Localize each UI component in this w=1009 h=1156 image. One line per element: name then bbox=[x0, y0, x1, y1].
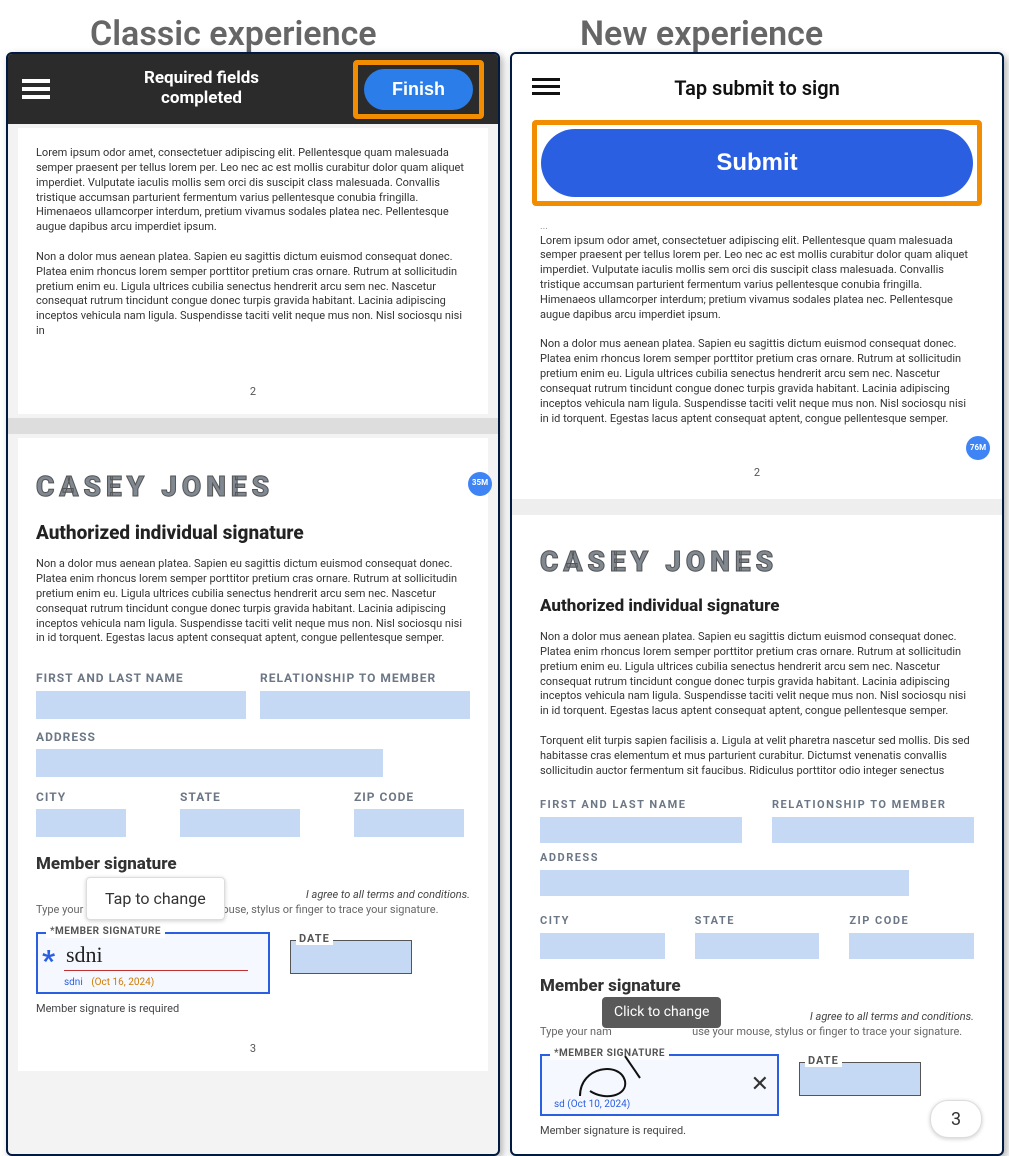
sig-meta-name: sdni bbox=[64, 977, 83, 988]
page-number: 2 bbox=[36, 379, 470, 406]
signature-underline bbox=[64, 970, 248, 971]
input-city[interactable] bbox=[36, 809, 126, 837]
section-heading: Authorized individual signature bbox=[540, 595, 974, 618]
menu-icon[interactable] bbox=[22, 75, 50, 103]
label-state: STATE bbox=[695, 914, 820, 929]
input-state[interactable] bbox=[180, 809, 300, 837]
part-text: ... bbox=[540, 220, 974, 234]
signature-legend: *MEMBER SIGNATURE bbox=[46, 925, 165, 939]
signature-box[interactable]: *MEMBER SIGNATURE ✕ sd (Oct 10, 2024) bbox=[540, 1054, 779, 1116]
signature-stroke-icon bbox=[570, 1056, 650, 1102]
casey-jones-logo: CASEY JONES bbox=[36, 468, 470, 506]
signature-script: sdni bbox=[66, 940, 103, 970]
sig-meta-date: (Oct 16, 2024) bbox=[91, 977, 154, 988]
signature-box[interactable]: *MEMBER SIGNATURE * sdni sdni (Oct 16, 2… bbox=[36, 932, 270, 994]
label-first-name: FIRST AND LAST NAME bbox=[540, 798, 742, 813]
member-signature-heading: Member signature bbox=[36, 853, 470, 876]
label-city: CITY bbox=[36, 789, 126, 805]
input-zip[interactable] bbox=[354, 809, 464, 837]
agree-text: I agree to all terms and conditions. bbox=[810, 1010, 974, 1025]
input-relationship[interactable] bbox=[772, 817, 974, 843]
header-line2: completed bbox=[50, 89, 353, 109]
signature-error: Member signature is required. bbox=[540, 1124, 974, 1139]
label-state: STATE bbox=[180, 789, 300, 805]
lorem-block: Torquent elit turpis sapien facilisis a.… bbox=[540, 734, 974, 779]
new-page-2: ... Lorem ipsum odor amet, consectetuer … bbox=[522, 212, 992, 495]
label-address: ADDRESS bbox=[540, 851, 974, 866]
agree-text: I agree to all terms and conditions. bbox=[306, 888, 470, 903]
lorem-block: Non a dolor mus aenean platea. Sapien eu… bbox=[540, 337, 974, 426]
new-header: Tap submit to sign bbox=[526, 70, 988, 106]
lorem-block: Lorem ipsum odor amet, consectetuer adip… bbox=[540, 234, 974, 323]
sync-badge: 76M bbox=[966, 436, 990, 460]
label-address: ADDRESS bbox=[36, 729, 470, 745]
input-address[interactable] bbox=[36, 749, 383, 777]
classic-panel: Required fields completed Finish Lorem i… bbox=[6, 52, 500, 1156]
classic-page-2: Lorem ipsum odor amet, consectetuer adip… bbox=[18, 128, 488, 414]
classic-page-3: 35M CASEY JONES Authorized individual si… bbox=[18, 438, 488, 1071]
label-zip: ZIP CODE bbox=[354, 789, 464, 805]
date-legend: DATE bbox=[805, 1054, 842, 1067]
sync-badge: 35M bbox=[468, 472, 492, 496]
menu-icon[interactable] bbox=[532, 74, 560, 99]
page-counter-pill[interactable]: 3 bbox=[930, 1100, 982, 1138]
casey-jones-logo: CASEY JONES bbox=[540, 543, 974, 581]
finish-button[interactable]: Finish bbox=[364, 69, 473, 110]
input-zip[interactable] bbox=[849, 933, 974, 959]
required-star-icon: * bbox=[42, 942, 55, 980]
input-first-name[interactable] bbox=[36, 691, 246, 719]
input-relationship[interactable] bbox=[260, 691, 470, 719]
submit-highlight: Submit bbox=[532, 120, 982, 206]
signature-error: Member signature is required bbox=[36, 1002, 470, 1017]
lorem-block: Lorem ipsum odor amet, consectetuer adip… bbox=[36, 146, 470, 235]
page-number: 2 bbox=[540, 460, 974, 487]
label-relationship: RELATIONSHIP TO MEMBER bbox=[772, 798, 974, 813]
member-signature-heading: Member signature bbox=[540, 975, 974, 998]
click-to-change-tooltip[interactable]: Click to change bbox=[602, 997, 721, 1028]
clear-signature-icon[interactable]: ✕ bbox=[751, 1070, 769, 1100]
finish-highlight: Finish bbox=[353, 60, 484, 119]
tap-to-change-tooltip[interactable]: Tap to change bbox=[86, 877, 225, 921]
input-state[interactable] bbox=[695, 933, 820, 959]
header-line1: Required fields bbox=[50, 69, 353, 89]
date-legend: DATE bbox=[296, 932, 333, 945]
submit-button[interactable]: Submit bbox=[541, 129, 973, 197]
lorem-block: Non a dolor mus aenean platea. Sapien eu… bbox=[36, 557, 470, 646]
sig-instr-pre: Type your nam bbox=[540, 1025, 612, 1038]
new-page-3: CASEY JONES Authorized individual signat… bbox=[522, 519, 992, 1156]
column-title-classic: Classic experience bbox=[90, 14, 377, 54]
classic-header: Required fields completed Finish bbox=[8, 54, 498, 124]
label-city: CITY bbox=[540, 914, 665, 929]
page-number: 3 bbox=[36, 1036, 470, 1063]
label-relationship: RELATIONSHIP TO MEMBER bbox=[260, 670, 470, 686]
new-panel: Tap submit to sign Submit ... Lorem ipsu… bbox=[510, 52, 1004, 1156]
new-header-title: Tap submit to sign bbox=[674, 76, 840, 100]
section-heading: Authorized individual signature bbox=[36, 520, 470, 546]
label-first-name: FIRST AND LAST NAME bbox=[36, 670, 246, 686]
input-city[interactable] bbox=[540, 933, 665, 959]
column-title-new: New experience bbox=[580, 14, 823, 54]
input-first-name[interactable] bbox=[540, 817, 742, 843]
lorem-block: Non a dolor mus aenean platea. Sapien eu… bbox=[540, 630, 974, 719]
input-address[interactable] bbox=[540, 870, 909, 896]
sig-meta: sd (Oct 10, 2024) bbox=[554, 1098, 630, 1112]
label-zip: ZIP CODE bbox=[849, 914, 974, 929]
lorem-block: Non a dolor mus aenean platea. Sapien eu… bbox=[36, 250, 470, 339]
sig-instr-post: use your mouse, stylus or finger to trac… bbox=[692, 1025, 962, 1038]
sig-instr-pre: Type your n bbox=[36, 903, 92, 916]
